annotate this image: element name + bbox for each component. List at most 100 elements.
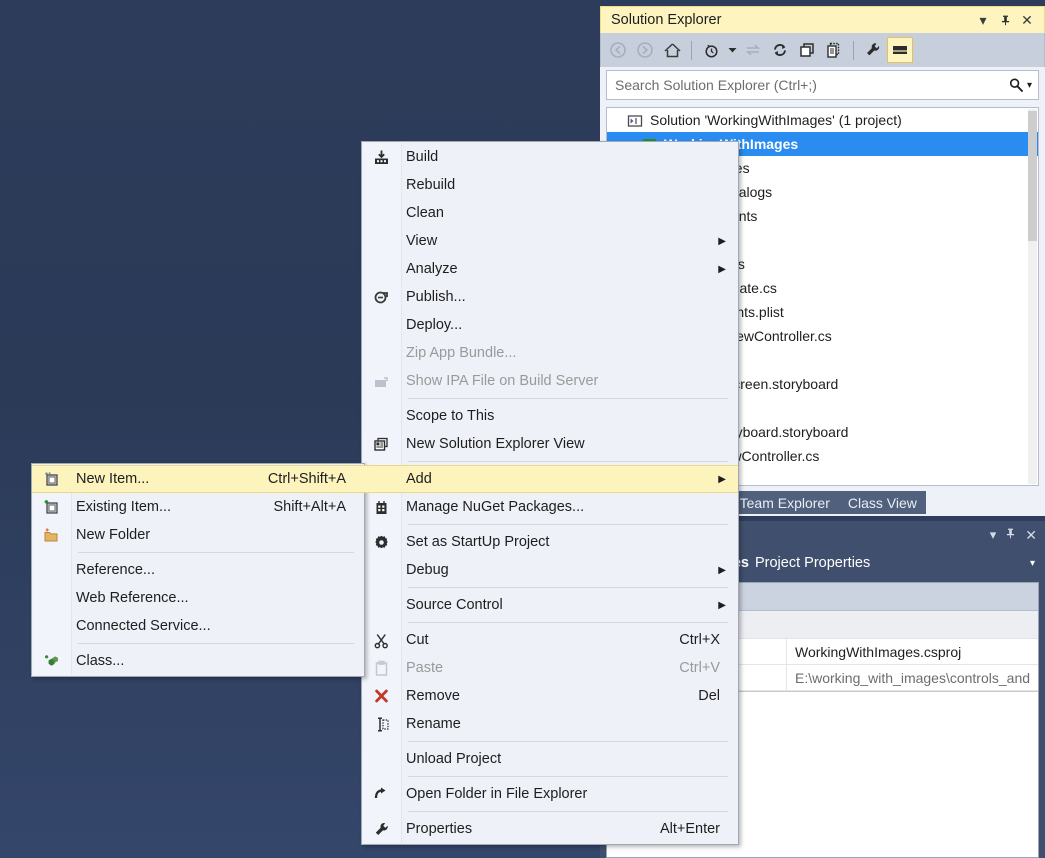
toolbar-separator	[853, 41, 854, 60]
menu-item-no-icon	[362, 339, 400, 367]
chevron-down-icon[interactable]	[725, 37, 739, 63]
property-value[interactable]: E:\working_with_images\controls_and	[787, 670, 1038, 686]
close-icon[interactable]: ✕	[1016, 10, 1038, 30]
desktop-background: Solution Explorer ▾ ✕	[0, 0, 1045, 858]
context-menu-item[interactable]: Set as StartUp Project	[362, 528, 738, 556]
context-menu-item[interactable]: Clean	[362, 199, 738, 227]
tree-item-label: Solution 'WorkingWithImages' (1 project)	[650, 112, 902, 128]
forward-icon[interactable]	[632, 37, 658, 63]
tree-scrollbar-thumb[interactable]	[1028, 111, 1037, 241]
menu-item-label: Rebuild	[400, 177, 738, 193]
toolbar-separator	[691, 41, 692, 60]
context-menu-item[interactable]: Manage NuGet Packages...	[362, 493, 738, 521]
menu-item-label: Connected Service...	[70, 618, 364, 634]
refresh-icon[interactable]	[767, 37, 793, 63]
wrench-icon[interactable]	[860, 37, 886, 63]
menu-item-label: View	[400, 233, 738, 249]
show-all-files-icon[interactable]	[821, 37, 847, 63]
properties-object-type: Project Properties	[755, 555, 870, 571]
preview-selected-items-icon[interactable]	[887, 37, 913, 63]
search-dropdown-icon[interactable]: ▾	[1027, 80, 1032, 91]
menu-item-label: Open Folder in File Explorer	[400, 786, 738, 802]
chevron-down-icon[interactable]: ▾	[1030, 558, 1035, 569]
tree-scrollbar[interactable]	[1028, 109, 1037, 484]
menu-item-label: Manage NuGet Packages...	[400, 499, 738, 515]
menu-item-no-icon	[362, 171, 400, 199]
home-icon[interactable]	[659, 37, 685, 63]
context-menu-item[interactable]: Add▶	[362, 465, 738, 493]
property-value[interactable]: WorkingWithImages.csproj	[787, 644, 1038, 660]
menu-item-label: Class...	[70, 653, 364, 669]
menu-item-label: Rename	[400, 716, 738, 732]
menu-item-shortcut: Ctrl+V	[679, 660, 738, 676]
add-submenu-item[interactable]: Connected Service...	[32, 612, 364, 640]
context-menu-item[interactable]: Debug▶	[362, 556, 738, 584]
menu-item-no-icon	[362, 402, 400, 430]
back-icon[interactable]	[605, 37, 631, 63]
context-menu-item[interactable]: Unload Project	[362, 745, 738, 773]
tree-item[interactable]: Solution 'WorkingWithImages' (1 project)	[607, 108, 1038, 132]
open-folder-icon	[362, 780, 400, 808]
close-icon[interactable]: ✕	[1025, 527, 1037, 544]
search-icon[interactable]: ▾	[1008, 77, 1032, 93]
new-item-icon	[32, 465, 70, 493]
menu-item-shortcut: Shift+Alt+A	[273, 499, 364, 515]
menu-item-label: Properties	[400, 821, 660, 837]
chevron-down-icon[interactable]: ▾	[990, 527, 997, 543]
collapse-all-icon[interactable]	[794, 37, 820, 63]
menu-item-label: Existing Item...	[70, 499, 273, 515]
nuget-icon	[362, 493, 400, 521]
context-menu-item[interactable]: Build	[362, 143, 738, 171]
menu-separator	[408, 776, 728, 777]
menu-item-no-icon	[362, 227, 400, 255]
menu-item-label: Reference...	[70, 562, 364, 578]
add-submenu-item[interactable]: Class...	[32, 647, 364, 675]
menu-item-label: Analyze	[400, 261, 738, 277]
add-submenu-item[interactable]: Reference...	[32, 556, 364, 584]
menu-item-label: Source Control	[400, 597, 738, 613]
search-solution-explorer-input[interactable]: Search Solution Explorer (Ctrl+;) ▾	[606, 70, 1039, 100]
menu-item-label: New Item...	[70, 471, 268, 487]
menu-separator	[408, 811, 728, 812]
add-submenu-item[interactable]: Existing Item...Shift+Alt+A	[32, 493, 364, 521]
submenu-arrow-icon: ▶	[718, 565, 726, 576]
context-menu-item[interactable]: Rebuild	[362, 171, 738, 199]
context-menu-item: Zip App Bundle...	[362, 339, 738, 367]
menu-item-label: Unload Project	[400, 751, 738, 767]
pending-changes-icon[interactable]	[698, 37, 724, 63]
context-menu-item[interactable]: Rename	[362, 710, 738, 738]
pin-icon[interactable]	[994, 10, 1016, 30]
chevron-down-icon[interactable]: ▾	[972, 10, 994, 30]
context-menu-item: Show IPA File on Build Server	[362, 367, 738, 395]
context-menu-item[interactable]: Source Control▶	[362, 591, 738, 619]
search-placeholder: Search Solution Explorer (Ctrl+;)	[615, 77, 1008, 93]
context-menu-item[interactable]: Open Folder in File Explorer	[362, 780, 738, 808]
context-menu-item[interactable]: Publish...	[362, 283, 738, 311]
add-submenu-item[interactable]: New Folder	[32, 521, 364, 549]
sync-with-active-document-icon[interactable]	[740, 37, 766, 63]
pin-icon[interactable]	[1004, 527, 1017, 543]
tab-class-view[interactable]: Class View	[839, 491, 926, 514]
context-menu-item[interactable]: New Solution Explorer View	[362, 430, 738, 458]
add-submenu-item[interactable]: New Item...Ctrl+Shift+A	[32, 465, 364, 493]
context-menu-item[interactable]: Deploy...	[362, 311, 738, 339]
menu-item-label: Web Reference...	[70, 590, 364, 606]
context-menu-item[interactable]: Analyze▶	[362, 255, 738, 283]
menu-item-label: Paste	[400, 660, 679, 676]
menu-item-shortcut: Ctrl+Shift+A	[268, 471, 364, 487]
menu-separator	[408, 622, 728, 623]
solution-explorer-titlebar: Solution Explorer ▾ ✕	[600, 6, 1045, 33]
menu-item-label: Set as StartUp Project	[400, 534, 738, 550]
context-menu-item[interactable]: RemoveDel	[362, 682, 738, 710]
paste-icon	[362, 654, 400, 682]
add-submenu-item[interactable]: Web Reference...	[32, 584, 364, 612]
menu-item-label: Clean	[400, 205, 738, 221]
tab-team-explorer[interactable]: Team Explorer	[731, 491, 839, 514]
context-menu-item[interactable]: View▶	[362, 227, 738, 255]
context-menu-item[interactable]: Scope to This	[362, 402, 738, 430]
menu-item-label: Show IPA File on Build Server	[400, 373, 738, 389]
menu-item-label: Debug	[400, 562, 738, 578]
context-menu-item[interactable]: CutCtrl+X	[362, 626, 738, 654]
menu-item-no-icon	[362, 465, 400, 493]
context-menu-item[interactable]: PropertiesAlt+Enter	[362, 815, 738, 843]
